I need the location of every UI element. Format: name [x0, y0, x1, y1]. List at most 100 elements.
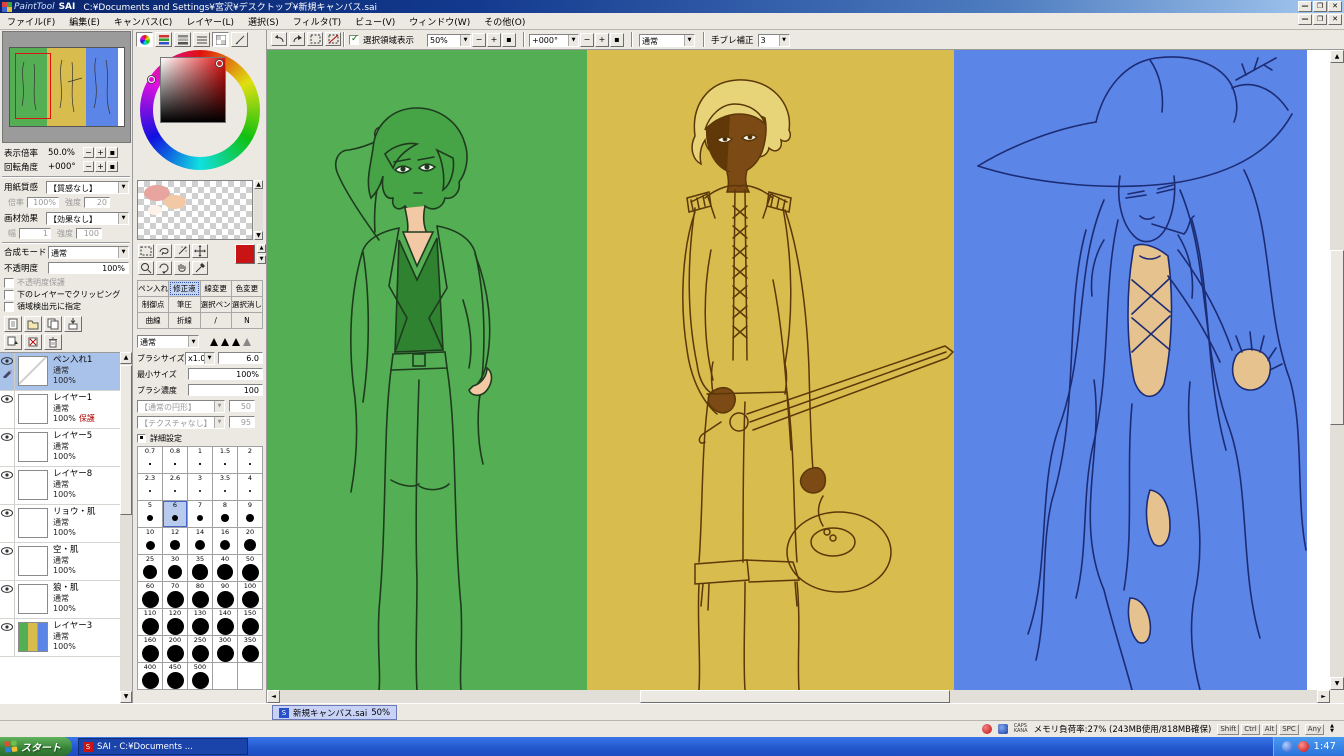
brush-size-cell[interactable]: 350 [238, 636, 262, 662]
layer-row[interactable]: リョウ・肌 通常 100% [0, 505, 132, 543]
brush-size-unit[interactable]: x1.0 ▼ [185, 351, 215, 365]
close-button[interactable]: ✕ [1328, 1, 1342, 12]
start-button[interactable]: スタート [0, 737, 72, 756]
zoom-out-button[interactable]: − [83, 147, 94, 158]
ime-keyboard-icon[interactable] [997, 724, 1008, 734]
brush-size-cell[interactable]: 20 [238, 528, 262, 554]
layer-thumbnail[interactable] [18, 584, 48, 614]
canvas-strip-white[interactable] [1307, 50, 1330, 690]
brush-size-cell[interactable]: 35 [188, 555, 212, 581]
lasso-tool[interactable] [156, 244, 172, 258]
canvas-zoom-reset-button[interactable]: ▪ [502, 33, 516, 47]
brush-size-cell[interactable]: 2.6 [163, 474, 187, 500]
maximize-button[interactable]: ❐ [1313, 1, 1327, 12]
selection-source-checkbox[interactable] [4, 301, 14, 312]
brush-size-cell[interactable]: 400 [138, 663, 162, 689]
min-size-value[interactable]: 100% [188, 368, 263, 380]
brush-size-cell[interactable]: 100 [238, 582, 262, 608]
rgb-slider-tab-icon[interactable] [155, 32, 172, 47]
layer-row[interactable]: ペン入れ1 通常 100% [0, 353, 132, 391]
layer-row[interactable]: レイヤー5 通常 100% [0, 429, 132, 467]
show-selection-checkbox[interactable]: ✓ [349, 34, 359, 45]
layer-row[interactable]: 狼・肌 通常 100% [0, 581, 132, 619]
canvas-strip-green[interactable] [267, 50, 587, 690]
brush-shape-select[interactable]: 【通常の円形】 ▼ [137, 399, 225, 413]
layer-row[interactable]: レイヤー3 通常 100% [0, 619, 132, 657]
canvas-zoom-in-button[interactable]: + [487, 33, 501, 47]
eye-icon[interactable] [1, 471, 13, 479]
brush-size-cell[interactable]: 30 [163, 555, 187, 581]
layer-row[interactable]: レイヤー8 通常 100% [0, 467, 132, 505]
layer-thumbnail[interactable] [18, 546, 48, 576]
brush-edge-shape-selector[interactable] [207, 337, 251, 346]
brush-size-cell[interactable]: 3.5 [213, 474, 237, 500]
layer-thumbnail[interactable] [18, 356, 48, 386]
tool-cell[interactable]: N [231, 313, 262, 328]
paper-scale-value[interactable]: 100% [27, 197, 59, 208]
brush-size-cell[interactable]: 70 [163, 582, 187, 608]
menu-item[interactable]: キャンバス(C) [107, 13, 179, 30]
new-layer-set-button[interactable] [24, 316, 42, 332]
tool-cell[interactable]: 筆圧 [169, 297, 200, 312]
brush-size-cell[interactable]: 40 [213, 555, 237, 581]
color-mixer-tab-icon[interactable] [193, 32, 210, 47]
tool-cell[interactable]: ペン入れ [138, 281, 169, 296]
tool-cell[interactable]: 制御点 [138, 297, 169, 312]
minimize-button[interactable]: — [1298, 1, 1312, 12]
canvas-rotate-reset-button[interactable]: ▪ [610, 33, 624, 47]
current-color-swatch[interactable] [235, 244, 255, 264]
hsv-slider-tab-icon[interactable] [174, 32, 191, 47]
zoom-in-button[interactable]: + [95, 147, 106, 158]
menu-item[interactable]: フィルタ(T) [286, 13, 348, 30]
eye-icon[interactable] [1, 357, 13, 365]
brush-blend-select[interactable]: 通常 ▼ [137, 335, 199, 348]
scroll-up-icon[interactable]: ▲ [1330, 50, 1344, 63]
tool-cell[interactable]: 選択ペン [200, 297, 231, 312]
eye-icon[interactable] [1, 585, 13, 593]
canvas-rotate-cw-button[interactable]: + [595, 33, 609, 47]
menu-item[interactable]: 選択(S) [241, 13, 286, 30]
brush-size-cell[interactable]: 150 [238, 609, 262, 635]
brush-size-cell[interactable]: 140 [213, 609, 237, 635]
menu-item[interactable]: レイヤー(L) [179, 13, 241, 30]
scroll-down-icon[interactable]: ▼ [120, 691, 132, 703]
rotate-cw-button[interactable]: + [95, 161, 106, 172]
saturation-value-square[interactable] [160, 57, 226, 123]
brush-size-cell[interactable]: 8 [213, 501, 237, 527]
canvas[interactable] [267, 50, 1330, 690]
invert-selection-button[interactable] [325, 32, 341, 46]
status-spinner[interactable]: ▲ ▼ [1330, 724, 1334, 734]
layer-thumbnail[interactable] [18, 622, 48, 652]
taskbar-task-sai[interactable]: S SAI - C:¥Documents ... [78, 738, 248, 755]
toolbar-blend-select[interactable]: 通常 ▼ [639, 33, 695, 47]
paper-texture-select[interactable]: 【質感なし】 ▼ [46, 180, 129, 194]
layer-row[interactable]: レイヤー1 通常 100% 保護 [0, 391, 132, 429]
layer-thumbnail[interactable] [18, 470, 48, 500]
transfer-layer-button[interactable] [4, 334, 22, 350]
doc-minimize-button[interactable]: — [1298, 14, 1312, 25]
rotate-tool[interactable] [156, 261, 172, 275]
scratchpad-scrollbar[interactable]: ▲ ▼ [254, 180, 263, 240]
navigator-view[interactable] [2, 31, 131, 143]
lock-opacity-checkbox[interactable] [4, 277, 14, 288]
brush-size-cell[interactable]: 3 [188, 474, 212, 500]
new-layer-button[interactable] [4, 316, 22, 332]
redo-button[interactable] [289, 32, 305, 46]
detail-settings-expander[interactable]: ▪ [137, 433, 146, 443]
move-tool[interactable] [192, 244, 208, 258]
scroll-up-icon[interactable]: ▲ [120, 352, 132, 364]
doc-restore-button[interactable]: ❐ [1313, 14, 1327, 25]
eye-icon[interactable] [1, 547, 13, 555]
brush-shape-strength[interactable]: 50 [229, 400, 255, 412]
color-scratchpad[interactable] [137, 180, 253, 240]
brush-size-value[interactable]: 6.0 [218, 352, 263, 364]
menu-item[interactable]: ファイル(F) [0, 13, 62, 30]
rotate-reset-button[interactable]: ▪ [107, 161, 118, 172]
brush-size-cell[interactable]: 5 [138, 501, 162, 527]
ime-icon[interactable] [981, 724, 992, 734]
brush-size-cell[interactable]: 1.5 [213, 447, 237, 473]
tray-app-icon[interactable] [1297, 741, 1309, 752]
brush-size-cell[interactable]: 14 [188, 528, 212, 554]
layer-list-scrollbar[interactable]: ▲ ▼ [120, 352, 132, 703]
brush-size-cell[interactable]: 160 [138, 636, 162, 662]
